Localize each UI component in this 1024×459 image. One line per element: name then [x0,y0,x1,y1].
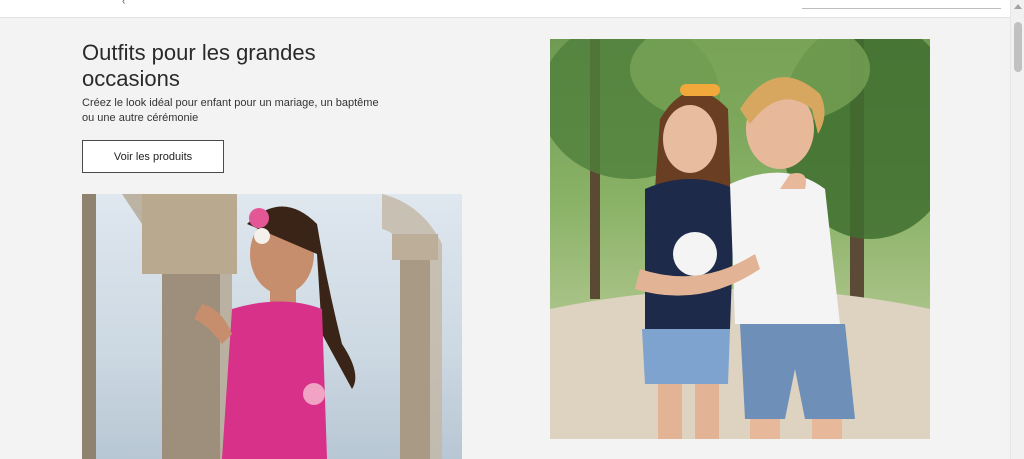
kids-outdoor-illustration [550,39,930,439]
ceremony-girl-photo[interactable] [82,194,462,459]
section-title: Outfits pour les grandes occasions [82,40,316,91]
kids-outdoor-photo[interactable] [550,39,930,439]
ceremony-girl-illustration [82,194,442,459]
section-description: Créez le look idéal pour enfant pour un … [82,97,379,124]
top-header-bar: ‹ [0,0,1010,18]
search-input[interactable] [802,8,1001,9]
view-products-button[interactable]: Voir les produits [82,140,224,173]
page-content: Outfits pour les grandes occasions Créez… [0,18,1010,459]
scrollbar-thumb[interactable] [1014,22,1022,72]
site-logo[interactable]: ‹ [122,0,125,7]
scroll-up-arrow-icon[interactable] [1014,4,1022,9]
page-scrollbar[interactable] [1010,0,1024,459]
